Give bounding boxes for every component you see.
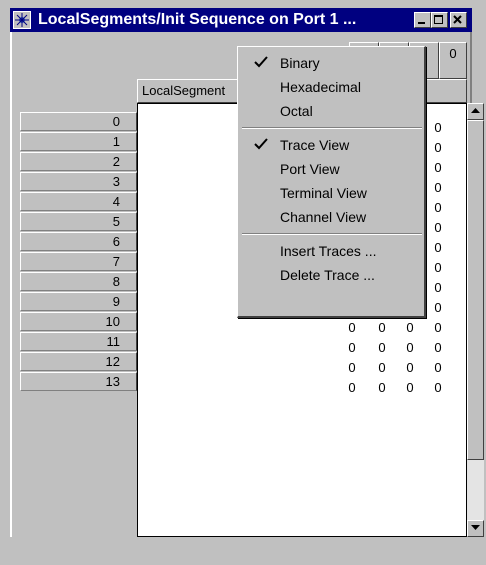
minimize-icon <box>418 22 425 24</box>
grid-cell[interactable]: 0 <box>402 360 418 375</box>
menu-item-label: Channel View <box>280 209 367 225</box>
row-header[interactable]: 12 <box>20 352 137 371</box>
menu-item-hexadecimal[interactable]: Hexadecimal <box>240 75 423 99</box>
grid-cell[interactable]: 0 <box>402 340 418 355</box>
menu-item-label: Delete Trace ... <box>280 267 375 283</box>
menu-item-label: Port View <box>280 161 340 177</box>
menu-item-port-view[interactable]: Port View <box>240 157 423 181</box>
minimize-button[interactable] <box>414 12 431 28</box>
grid-cell[interactable]: 0 <box>374 340 390 355</box>
row-header[interactable]: 3 <box>20 172 137 191</box>
menu-separator <box>242 127 422 129</box>
row-header[interactable]: 0 <box>20 112 137 131</box>
grid-cell[interactable]: 0 <box>344 320 360 335</box>
row-header[interactable]: 7 <box>20 252 137 271</box>
grid-cell[interactable]: 0 <box>374 380 390 395</box>
vertical-scrollbar[interactable] <box>467 103 484 537</box>
column-header-value-text: 0 <box>449 46 457 61</box>
check-icon <box>254 138 268 150</box>
row-header[interactable]: 13 <box>20 372 137 391</box>
grid-cell[interactable]: 0 <box>430 280 446 295</box>
menu-item-insert-traces[interactable]: Insert Traces ... <box>240 239 423 263</box>
menu-item-channel-view[interactable]: Channel View <box>240 205 423 229</box>
menu-separator <box>242 233 422 235</box>
app-grid-icon[interactable] <box>13 11 31 29</box>
grid-cell[interactable]: 0 <box>430 140 446 155</box>
grid-cell[interactable]: 0 <box>430 120 446 135</box>
menu-item-label: Hexadecimal <box>280 79 361 95</box>
row-header[interactable]: 4 <box>20 192 137 211</box>
grid-cell[interactable]: 0 <box>430 220 446 235</box>
check-icon <box>254 56 268 68</box>
app-window: LocalSegments/Init Sequence on Port 1 ..… <box>0 0 486 565</box>
grid-cell[interactable]: 0 <box>430 240 446 255</box>
grid-cell[interactable]: 0 <box>430 260 446 275</box>
grid-cell[interactable]: 0 <box>430 320 446 335</box>
grid-cell[interactable]: 0 <box>430 160 446 175</box>
column-header-value[interactable]: 0 <box>439 42 467 79</box>
grid-cell[interactable]: 0 <box>344 340 360 355</box>
maximize-button[interactable] <box>431 12 448 28</box>
menu-item-label: Insert Traces ... <box>280 243 377 259</box>
arrow-down-icon <box>471 525 480 530</box>
arrow-up-icon <box>471 108 480 113</box>
menu-item-binary[interactable]: Binary <box>240 51 423 75</box>
scroll-thumb[interactable] <box>467 120 484 460</box>
menu-item-label: Terminal View <box>280 185 367 201</box>
menu-item-delete-trace[interactable]: Delete Trace ... <box>240 263 423 287</box>
row-header[interactable]: 6 <box>20 232 137 251</box>
grid-cell[interactable]: 0 <box>374 360 390 375</box>
row-header[interactable]: 10 <box>20 312 137 331</box>
scroll-down-button[interactable] <box>467 520 484 537</box>
menu-item-label: Binary <box>280 55 320 71</box>
row-header[interactable]: 1 <box>20 132 137 151</box>
close-button[interactable] <box>450 12 467 28</box>
maximize-icon <box>434 15 443 24</box>
row-header[interactable]: 5 <box>20 212 137 231</box>
menu-item-label: Octal <box>280 103 313 119</box>
grid-cell[interactable]: 0 <box>430 380 446 395</box>
column-header-label: LocalSegment <box>142 83 226 98</box>
grid-cell[interactable]: 0 <box>430 340 446 355</box>
grid-cell[interactable]: 0 <box>344 380 360 395</box>
row-header[interactable]: 9 <box>20 292 137 311</box>
grid-cell[interactable]: 0 <box>430 200 446 215</box>
window-bottom-area <box>10 537 472 565</box>
menu-item-octal[interactable]: Octal <box>240 99 423 123</box>
row-header[interactable]: 8 <box>20 272 137 291</box>
grid-cell[interactable]: 0 <box>430 360 446 375</box>
grid-cell[interactable]: 0 <box>374 320 390 335</box>
grid-cell[interactable]: 0 <box>344 360 360 375</box>
context-menu: Binary Hexadecimal Octal Trace View Port Vie… <box>237 46 426 318</box>
title-bar[interactable]: LocalSegments/Init Sequence on Port 1 ..… <box>10 8 472 32</box>
menu-item-trace-view[interactable]: Trace View <box>240 133 423 157</box>
menu-item-terminal-view[interactable]: Terminal View <box>240 181 423 205</box>
window-title: LocalSegments/Init Sequence on Port 1 ..… <box>38 11 357 28</box>
close-icon <box>453 15 462 24</box>
grid-cell[interactable]: 0 <box>402 320 418 335</box>
row-header[interactable]: 2 <box>20 152 137 171</box>
scroll-up-button[interactable] <box>467 103 484 120</box>
row-header[interactable]: 11 <box>20 332 137 351</box>
grid-cell[interactable]: 0 <box>402 380 418 395</box>
grid-cell[interactable]: 0 <box>430 180 446 195</box>
grid-cell[interactable]: 0 <box>430 300 446 315</box>
menu-item-label: Trace View <box>280 137 350 153</box>
